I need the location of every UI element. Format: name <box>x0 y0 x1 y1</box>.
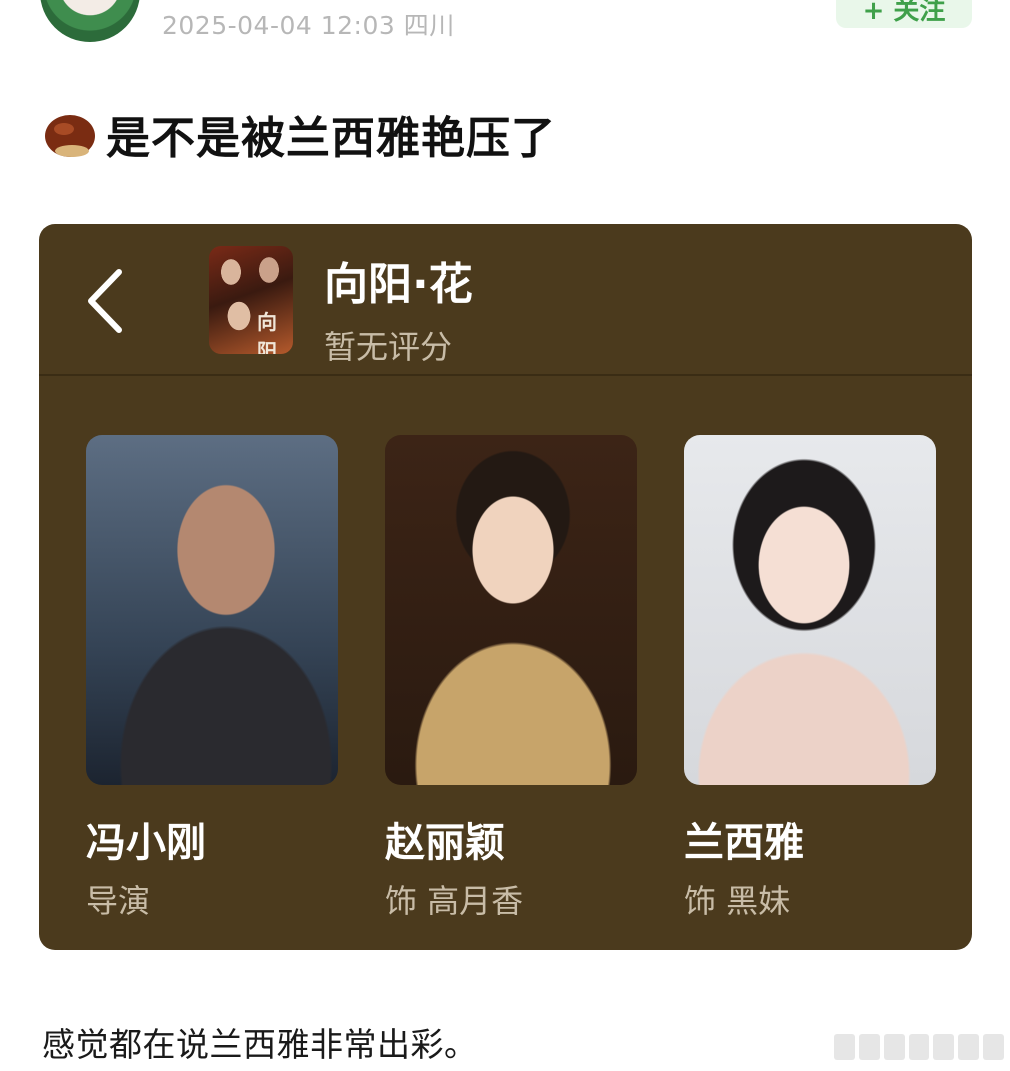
person-card-actor-1[interactable]: 赵丽颖 饰 高月香 <box>385 435 637 921</box>
person-role: 饰 黑妹 <box>684 882 791 920</box>
post-timestamp: 2025-04-04 12:03 四川 <box>162 11 455 40</box>
person-role: 饰 高月香 <box>385 882 524 920</box>
person-photo[interactable] <box>385 435 637 785</box>
person-card-actor-2[interactable]: 兰西雅 饰 黑妹 <box>684 435 936 921</box>
card-divider <box>39 374 972 376</box>
chevron-left-icon[interactable] <box>83 266 127 336</box>
watermark <box>834 1034 1005 1060</box>
post-title-text: 是不是被兰西雅艳压了 <box>106 113 556 164</box>
person-name: 赵丽颖 <box>385 820 505 866</box>
person-card-director[interactable]: 冯小刚 导演 <box>86 435 338 921</box>
chestnut-icon <box>45 115 95 157</box>
person-role: 导演 <box>86 882 151 920</box>
movie-rating: 暂无评分 <box>324 328 453 366</box>
post-title: 是不是被兰西雅艳压了 <box>42 106 556 164</box>
person-photo[interactable] <box>86 435 338 785</box>
movie-poster[interactable]: 向阳 <box>209 246 293 354</box>
follow-button[interactable]: + 关注 <box>836 0 972 28</box>
person-photo[interactable] <box>684 435 936 785</box>
avatar[interactable] <box>40 0 140 42</box>
post-body-text: 感觉都在说兰西雅非常出彩。 <box>42 1025 478 1064</box>
person-name: 冯小刚 <box>86 820 206 866</box>
movie-title[interactable]: 向阳·花 <box>324 248 473 312</box>
person-name: 兰西雅 <box>684 820 804 866</box>
movie-card[interactable]: 向阳 向阳·花 暂无评分 冯小刚 导演 赵丽颖 饰 高月香 兰西雅 饰 黑妹 <box>39 224 972 950</box>
poster-title-glyph: 向阳 <box>257 310 277 354</box>
